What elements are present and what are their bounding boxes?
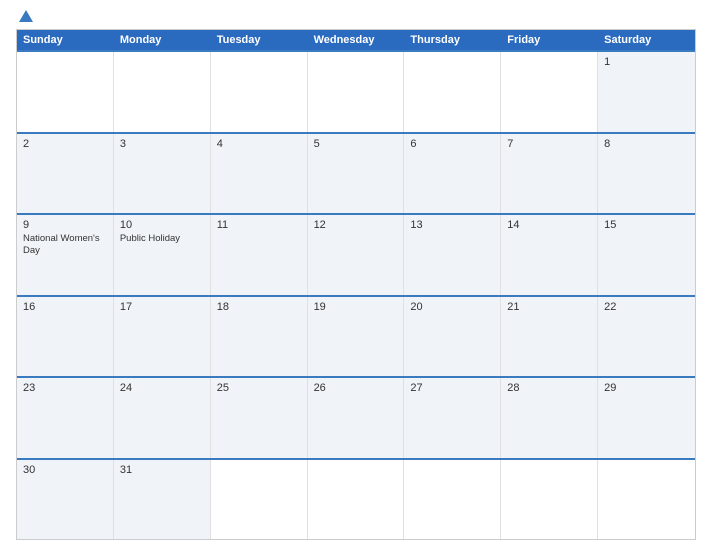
day-number: 4 xyxy=(217,138,301,150)
day-number: 6 xyxy=(410,138,494,150)
header-monday: Monday xyxy=(114,30,211,50)
header-friday: Friday xyxy=(501,30,598,50)
week-row-5: 23 24 25 26 27 28 29 xyxy=(17,376,695,458)
day-number: 14 xyxy=(507,219,591,231)
day-cell: 7 xyxy=(501,134,598,214)
calendar: Sunday Monday Tuesday Wednesday Thursday… xyxy=(16,29,696,540)
day-cell xyxy=(308,460,405,540)
day-number: 26 xyxy=(314,382,398,394)
day-number: 16 xyxy=(23,301,107,313)
day-number: 10 xyxy=(120,219,204,231)
day-number: 11 xyxy=(217,219,301,231)
day-number: 17 xyxy=(120,301,204,313)
day-cell: 2 xyxy=(17,134,114,214)
day-cell: 14 xyxy=(501,215,598,295)
day-number: 7 xyxy=(507,138,591,150)
day-cell: 13 xyxy=(404,215,501,295)
day-event: Public Holiday xyxy=(120,233,204,245)
day-cell: 3 xyxy=(114,134,211,214)
day-cell: 19 xyxy=(308,297,405,377)
day-number: 5 xyxy=(314,138,398,150)
day-cell: 11 xyxy=(211,215,308,295)
day-number: 25 xyxy=(217,382,301,394)
day-number: 30 xyxy=(23,464,107,476)
header-thursday: Thursday xyxy=(404,30,501,50)
day-number: 9 xyxy=(23,219,107,231)
day-event: National Women's Day xyxy=(23,233,107,258)
day-number: 12 xyxy=(314,219,398,231)
logo-triangle-icon xyxy=(19,10,33,22)
day-cell: 31 xyxy=(114,460,211,540)
day-cell: 15 xyxy=(598,215,695,295)
day-number: 21 xyxy=(507,301,591,313)
day-cell xyxy=(501,460,598,540)
header-wednesday: Wednesday xyxy=(308,30,405,50)
day-cell: 30 xyxy=(17,460,114,540)
day-cell xyxy=(17,52,114,132)
day-number: 28 xyxy=(507,382,591,394)
day-number: 2 xyxy=(23,138,107,150)
day-cell: 27 xyxy=(404,378,501,458)
day-cell: 20 xyxy=(404,297,501,377)
day-number: 19 xyxy=(314,301,398,313)
day-cell: 10 Public Holiday xyxy=(114,215,211,295)
day-cell: 8 xyxy=(598,134,695,214)
week-row-1: 1 xyxy=(17,50,695,132)
day-number: 1 xyxy=(604,56,689,68)
day-number: 15 xyxy=(604,219,689,231)
day-cell: 23 xyxy=(17,378,114,458)
day-number: 20 xyxy=(410,301,494,313)
day-cell: 21 xyxy=(501,297,598,377)
day-cell xyxy=(211,460,308,540)
week-row-6: 30 31 xyxy=(17,458,695,540)
header-tuesday: Tuesday xyxy=(211,30,308,50)
header xyxy=(16,10,696,23)
header-sunday: Sunday xyxy=(17,30,114,50)
week-row-2: 2 3 4 56 7 8 xyxy=(17,132,695,214)
day-cell: 22 xyxy=(598,297,695,377)
day-cell: 29 xyxy=(598,378,695,458)
day-number: 22 xyxy=(604,301,689,313)
day-number: 13 xyxy=(410,219,494,231)
day-cell: 25 xyxy=(211,378,308,458)
day-cell: 17 xyxy=(114,297,211,377)
day-cell: 9 National Women's Day xyxy=(17,215,114,295)
day-cell: 4 xyxy=(211,134,308,214)
page: Sunday Monday Tuesday Wednesday Thursday… xyxy=(0,0,712,550)
day-cell: 1 xyxy=(598,52,695,132)
day-number: 8 xyxy=(604,138,689,150)
day-number: 31 xyxy=(120,464,204,476)
week-row-3: 9 National Women's Day 10 Public Holiday 11 1… xyxy=(17,213,695,295)
day-number: 18 xyxy=(217,301,301,313)
day-cell: 26 xyxy=(308,378,405,458)
day-cell xyxy=(308,52,405,132)
day-number: 23 xyxy=(23,382,107,394)
day-cell: 5 xyxy=(308,134,405,214)
day-cell: 18 xyxy=(211,297,308,377)
day-cell: 12 xyxy=(308,215,405,295)
day-cell: 6 xyxy=(404,134,501,214)
day-cell xyxy=(404,52,501,132)
day-cell xyxy=(114,52,211,132)
day-headers-row: Sunday Monday Tuesday Wednesday Thursday… xyxy=(17,30,695,50)
header-saturday: Saturday xyxy=(598,30,695,50)
day-cell xyxy=(598,460,695,540)
day-number: 29 xyxy=(604,382,689,394)
day-cell xyxy=(501,52,598,132)
day-number: 27 xyxy=(410,382,494,394)
weeks-container: 123456789National Women's Day10Public Ho… xyxy=(17,50,695,539)
logo xyxy=(16,10,35,23)
day-number: 24 xyxy=(120,382,204,394)
day-number: 3 xyxy=(120,138,204,150)
day-cell: 28 xyxy=(501,378,598,458)
day-cell xyxy=(404,460,501,540)
day-cell: 16 xyxy=(17,297,114,377)
day-cell xyxy=(211,52,308,132)
day-cell: 24 xyxy=(114,378,211,458)
week-row-4: 16 17 18 19 20 21 22 xyxy=(17,295,695,377)
